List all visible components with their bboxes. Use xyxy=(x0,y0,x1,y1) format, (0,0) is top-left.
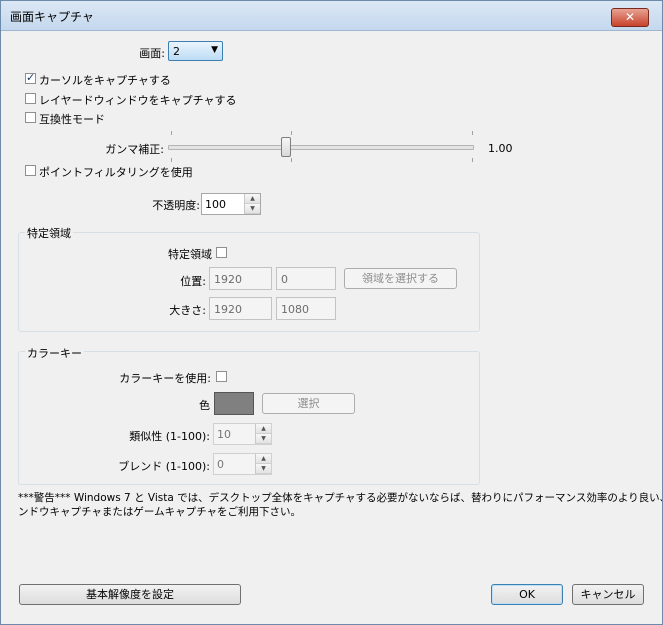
spinner-buttons[interactable]: ▲ ▼ xyxy=(255,424,271,444)
position-x-value: 1920 xyxy=(214,273,242,286)
capture-cursor-checkbox[interactable] xyxy=(25,71,36,84)
capture-cursor-label: カーソルをキャプチャする xyxy=(39,74,171,87)
screen-label: 画面: xyxy=(139,47,165,60)
similarity-label: 類似性 (1-100): xyxy=(129,430,210,443)
slider-tick xyxy=(171,158,172,162)
spin-up-icon[interactable]: ▲ xyxy=(245,194,260,204)
gamma-label: ガンマ補正: xyxy=(105,143,164,156)
warning-line-1: ***警告*** Windows 7 と Vista では、デスクトップ全体をキ… xyxy=(18,492,663,504)
capture-layered-label: レイヤードウィンドウをキャプチャする xyxy=(39,94,237,107)
gamma-value: 1.00 xyxy=(488,142,513,155)
blend-value: 0 xyxy=(217,458,224,471)
spinner-buttons[interactable]: ▲ ▼ xyxy=(255,454,271,474)
point-filtering-label: ポイントフィルタリングを使用 xyxy=(39,166,193,179)
color-swatch[interactable] xyxy=(214,392,254,415)
screen-select-value: 2 xyxy=(173,45,180,58)
spin-up-icon[interactable]: ▲ xyxy=(256,454,271,464)
cancel-button[interactable]: キャンセル xyxy=(572,584,644,605)
dialog-body: 画面: 2 ▼ カーソルをキャプチャする レイヤードウィンドウをキャプチャする … xyxy=(8,31,663,617)
region-enable-label: 特定領域 xyxy=(168,248,212,261)
size-label: 大きさ: xyxy=(169,304,206,317)
gamma-slider-thumb[interactable] xyxy=(281,137,291,157)
close-button[interactable]: ✕ xyxy=(611,8,649,27)
height-value: 1080 xyxy=(281,303,309,316)
warning-line-2: ンドウキャプチャまたはゲームキャプチャをご利用下さい。 xyxy=(18,506,301,518)
colorkey-use-label: カラーキーを使用: xyxy=(119,372,211,385)
region-enable-checkbox[interactable] xyxy=(216,247,227,258)
opacity-label: 不透明度: xyxy=(152,199,200,212)
opacity-value: 100 xyxy=(205,198,226,211)
capture-layered-checkbox[interactable] xyxy=(25,93,36,104)
blend-spinner[interactable]: 0 ▲ ▼ xyxy=(213,453,272,475)
height-field[interactable]: 1080 xyxy=(276,297,336,320)
slider-tick xyxy=(291,131,292,135)
spinner-buttons[interactable]: ▲ ▼ xyxy=(244,194,260,214)
select-region-button[interactable]: 領域を選択する xyxy=(344,268,457,289)
color-label: 色 xyxy=(199,399,210,412)
window-title: 画面キャプチャ xyxy=(10,10,94,24)
spin-down-icon[interactable]: ▼ xyxy=(256,464,271,474)
point-filtering-checkbox[interactable] xyxy=(25,165,36,176)
base-resolution-button[interactable]: 基本解像度を設定 xyxy=(19,584,241,605)
gamma-slider-track[interactable] xyxy=(168,145,474,150)
chevron-down-icon: ▼ xyxy=(211,45,218,55)
compat-mode-checkbox[interactable] xyxy=(25,112,36,123)
opacity-spinner[interactable]: 100 ▲ ▼ xyxy=(201,193,261,215)
width-value: 1920 xyxy=(214,303,242,316)
spin-up-icon[interactable]: ▲ xyxy=(256,424,271,434)
region-group-title: 特定領域 xyxy=(25,225,73,241)
position-label: 位置: xyxy=(180,275,206,288)
compat-mode-label: 互換性モード xyxy=(39,113,105,126)
position-x-field[interactable]: 1920 xyxy=(209,267,272,290)
colorkey-group-title: カラーキー xyxy=(25,345,84,361)
colorkey-use-checkbox[interactable] xyxy=(216,371,227,382)
color-select-button[interactable]: 選択 xyxy=(262,393,355,414)
screen-select[interactable]: 2 ▼ xyxy=(168,41,223,61)
title-bar: 画面キャプチャ ✕ xyxy=(0,0,663,31)
position-y-value: 0 xyxy=(281,273,288,286)
spin-down-icon[interactable]: ▼ xyxy=(256,434,271,444)
slider-tick xyxy=(291,158,292,162)
slider-tick xyxy=(472,131,473,135)
close-icon: ✕ xyxy=(624,10,636,24)
ok-button[interactable]: OK xyxy=(491,584,563,605)
position-y-field[interactable]: 0 xyxy=(276,267,336,290)
width-field[interactable]: 1920 xyxy=(209,297,272,320)
warning-text: ***警告*** Windows 7 と Vista では、デスクトップ全体をキ… xyxy=(18,491,663,519)
slider-tick xyxy=(171,131,172,135)
blend-label: ブレンド (1-100): xyxy=(118,460,210,473)
slider-tick xyxy=(472,158,473,162)
similarity-value: 10 xyxy=(217,428,231,441)
spin-down-icon[interactable]: ▼ xyxy=(245,204,260,214)
similarity-spinner[interactable]: 10 ▲ ▼ xyxy=(213,423,272,445)
